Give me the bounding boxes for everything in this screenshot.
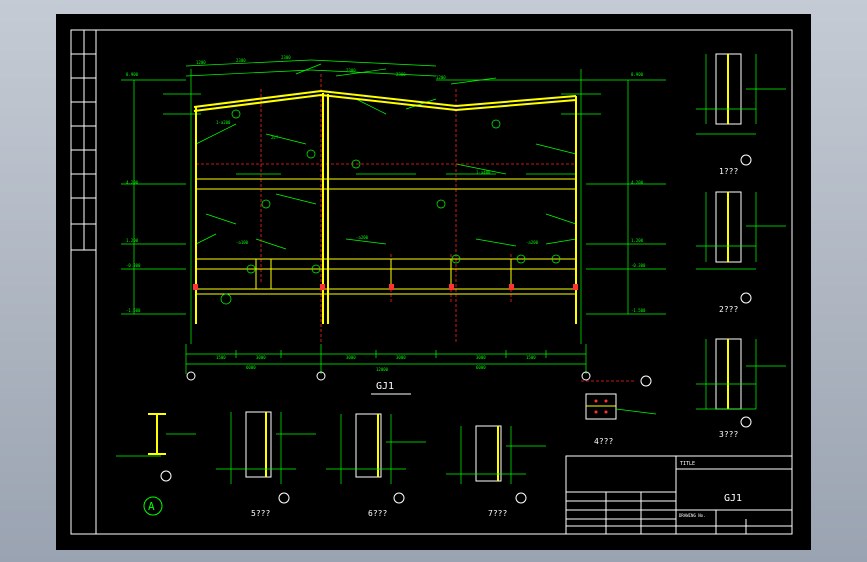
svg-text:1200: 1200 [436,75,446,80]
svg-text:-0.300: -0.300 [631,263,646,268]
svg-text:3000: 3000 [256,355,266,360]
drawing-border [70,29,793,535]
connection-detail-5: 5??? [216,411,316,518]
svg-text:-a100: -a100 [236,240,249,245]
svg-text:3000: 3000 [396,355,406,360]
detail-label-7: 7??? [488,509,507,518]
svg-text:6000: 6000 [246,365,256,370]
drawing-svg: 1200 2300 2300 2300 2300 1200 1500 3000 3000 3… [70,29,793,535]
connection-detail-6: 6??? [326,413,426,518]
svg-text:-a200: -a200 [526,240,539,245]
drawing-sheet: 1200 2300 2300 2300 2300 1200 1500 3000 3000 3… [56,14,811,550]
svg-text:1-a400: 1-a400 [476,170,491,175]
cad-viewer-canvas[interactable]: 1200 2300 2300 2300 2300 1200 1500 3000 3000 3… [0,0,867,562]
binding-strip [71,30,96,251]
svg-text:-1.500: -1.500 [126,308,141,313]
connection-detail-3: 3??? [696,338,786,439]
detail-label-4: 4??? [594,437,613,446]
svg-text:-a200: -a200 [356,235,369,240]
svg-text:1500: 1500 [216,355,226,360]
svg-text:1200: 1200 [196,60,206,65]
svg-text:1.200: 1.200 [126,238,139,243]
connection-detail-1: 1??? [696,53,786,176]
detail-label-6: 6??? [368,509,387,518]
connection-detail-2: 2??? [696,191,786,314]
svg-text:8.900: 8.900 [126,72,139,77]
svg-text:4.200: 4.200 [631,180,644,185]
svg-text:3000: 3000 [346,355,356,360]
svg-text:-0.300: -0.300 [126,263,141,268]
title-block-project: TITLE [680,461,695,467]
portal-frame-elevation: 1200 2300 2300 2300 2300 1200 1500 3000 3000 3… [121,55,666,395]
svg-text:-1.500: -1.500 [631,308,646,313]
svg-text:4.200: 4.200 [126,180,139,185]
svg-text:2300: 2300 [396,72,406,77]
svg-text:1-a200: 1-a200 [216,120,231,125]
svg-text:8.900: 8.900 [631,72,644,77]
title-block-drawing-name: GJ1 [724,493,742,504]
detail-label-1: 1??? [719,167,738,176]
main-frame-title: GJ1 [376,381,394,392]
detail-label-5: 5??? [251,509,270,518]
svg-text:2300: 2300 [346,68,356,73]
svg-text:2L?: 2L? [271,135,279,140]
svg-text:2300: 2300 [236,58,246,63]
svg-text:2300: 2300 [281,55,291,60]
svg-text:1.200: 1.200 [631,238,644,243]
title-block-drawing-no: DRAWING No. [679,513,706,518]
section-a-mark: A [148,500,155,513]
svg-text:12000: 12000 [376,367,389,372]
connection-detail-4: 4??? [581,380,657,446]
connection-detail-7: 7??? [446,425,546,518]
svg-text:3000: 3000 [476,355,486,360]
section-a: A [116,413,196,516]
svg-text:1500: 1500 [526,355,536,360]
detail-label-2: 2??? [719,305,738,314]
title-block: TITLE GJ1 DRAWING No. [565,455,793,535]
svg-text:6000: 6000 [476,365,486,370]
detail-label-3: 3??? [719,430,738,439]
